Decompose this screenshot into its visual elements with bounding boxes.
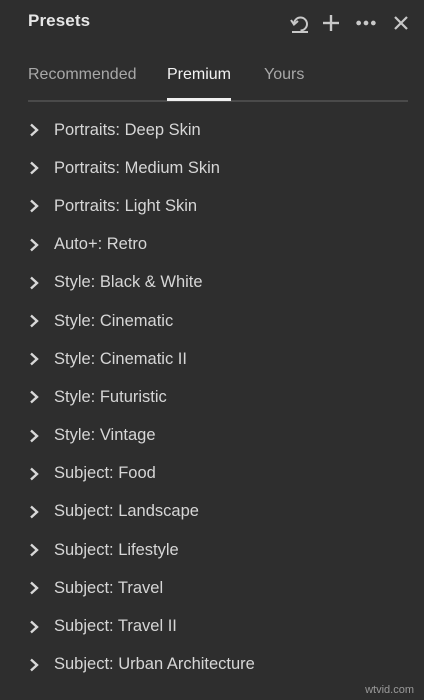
list-item[interactable]: Portraits: Medium Skin [0, 149, 424, 187]
list-item-label: Style: Vintage [54, 426, 156, 445]
panel-title: Presets [28, 11, 91, 30]
list-item-label: Portraits: Light Skin [54, 196, 198, 215]
chevron-right-icon [27, 161, 41, 175]
panel-header: Presets [0, 0, 424, 46]
list-item[interactable]: Style: Cinematic [0, 302, 424, 340]
list-item[interactable]: Portraits: Light Skin [0, 187, 424, 225]
tab-yours[interactable]: Yours [264, 66, 304, 84]
list-item[interactable]: Style: Black & White [0, 264, 424, 302]
list-item-label: Subject: Landscape [54, 502, 199, 521]
preset-list: Portraits: Deep Skin Portraits: Medium S… [0, 111, 424, 684]
list-item[interactable]: Style: Vintage [0, 417, 424, 455]
list-item[interactable]: Subject: Urban Architecture [0, 646, 424, 684]
chevron-right-icon [27, 276, 41, 290]
chevron-right-icon [27, 199, 41, 213]
list-item-label: Portraits: Deep Skin [54, 120, 201, 139]
chevron-right-icon [27, 123, 41, 137]
list-item[interactable]: Style: Futuristic [0, 378, 424, 416]
chevron-right-icon [27, 429, 41, 443]
chevron-right-icon [27, 505, 41, 519]
preset-tabs: Recommended Premium Yours [28, 62, 408, 102]
chevron-right-icon [27, 390, 41, 404]
list-item-label: Subject: Lifestyle [54, 540, 179, 559]
undo-icon[interactable] [289, 12, 311, 34]
list-item-label: Style: Cinematic II [54, 349, 187, 368]
presets-panel: Presets Recommended Premium Yours Portra… [0, 0, 424, 700]
close-icon[interactable] [390, 12, 412, 34]
list-item-label: Style: Black & White [54, 273, 203, 292]
plus-icon[interactable] [320, 12, 342, 34]
more-icon[interactable] [355, 12, 377, 34]
list-item-label: Subject: Travel II [54, 617, 177, 636]
chevron-right-icon [27, 238, 41, 252]
list-item[interactable]: Style: Cinematic II [0, 340, 424, 378]
chevron-right-icon [27, 352, 41, 366]
tab-recommended[interactable]: Recommended [28, 66, 137, 84]
list-item[interactable]: Subject: Lifestyle [0, 531, 424, 569]
chevron-right-icon [27, 658, 41, 672]
list-item-label: Auto+: Retro [54, 235, 148, 254]
list-item[interactable]: Subject: Food [0, 455, 424, 493]
list-item-label: Portraits: Medium Skin [54, 158, 220, 177]
list-item-label: Style: Futuristic [54, 387, 167, 406]
list-item-label: Subject: Food [54, 464, 156, 483]
chevron-right-icon [27, 620, 41, 634]
tab-premium[interactable]: Premium [167, 66, 231, 84]
list-item[interactable]: Subject: Travel II [0, 607, 424, 645]
watermark: wtvid.com [365, 684, 414, 696]
list-item-label: Subject: Urban Architecture [54, 655, 255, 674]
chevron-right-icon [27, 467, 41, 481]
chevron-right-icon [27, 314, 41, 328]
active-tab-indicator [167, 98, 231, 101]
list-item-label: Style: Cinematic [54, 311, 174, 330]
list-item[interactable]: Subject: Landscape [0, 493, 424, 531]
list-item-label: Subject: Travel [54, 578, 164, 597]
chevron-right-icon [27, 581, 41, 595]
list-item[interactable]: Subject: Travel [0, 569, 424, 607]
list-item[interactable]: Portraits: Deep Skin [0, 111, 424, 149]
chevron-right-icon [27, 543, 41, 557]
list-item[interactable]: Auto+: Retro [0, 226, 424, 264]
